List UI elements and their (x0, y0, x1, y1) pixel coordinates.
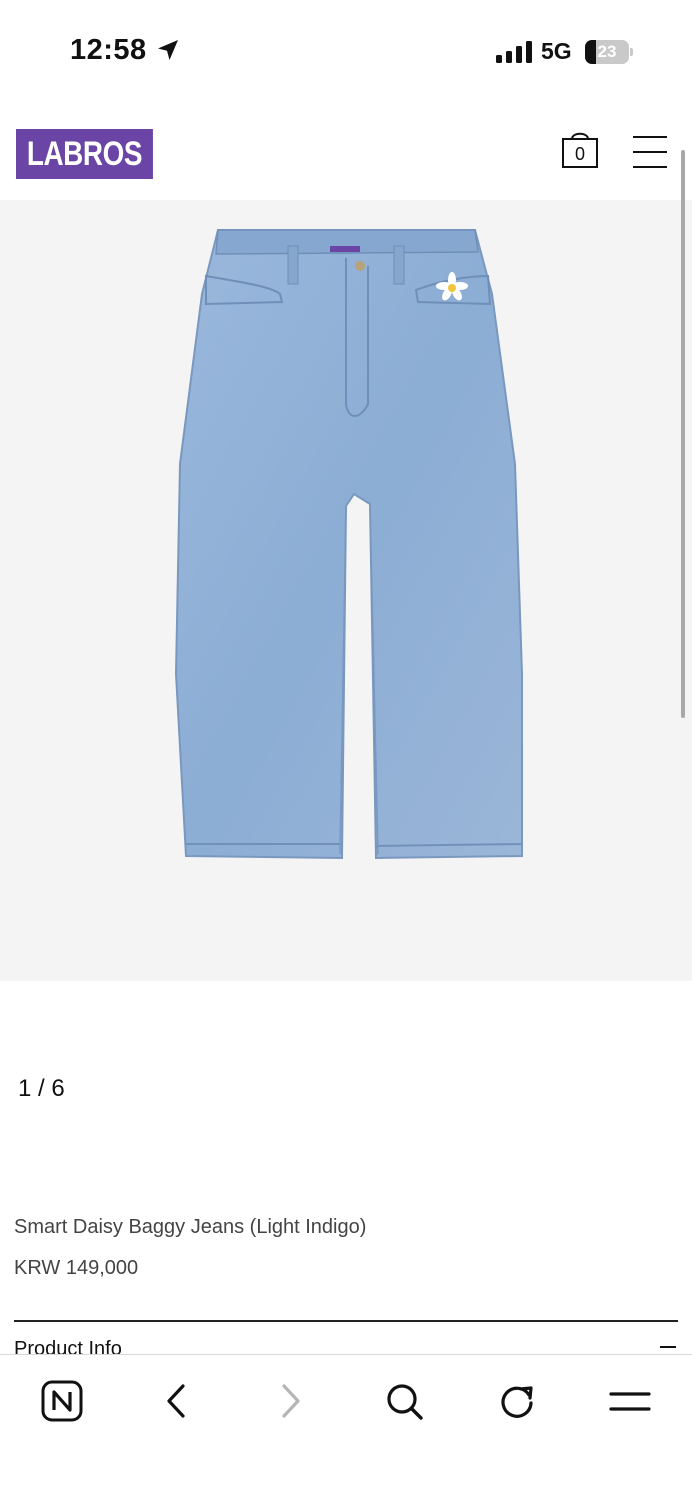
back-icon[interactable] (155, 1379, 199, 1423)
cart-button[interactable]: 0 (560, 128, 600, 172)
image-pager: 1 / 6 (18, 1075, 65, 1102)
cellular-signal-icon (496, 41, 532, 63)
page-scrollbar[interactable] (681, 150, 685, 718)
cart-count: 0 (574, 144, 585, 164)
network-type: 5G (541, 38, 572, 64)
brand-logo[interactable]: LABROS (16, 129, 153, 179)
product-price: KRW 149,000 (14, 1257, 139, 1279)
status-bar: 12:58 5G 23 (0, 0, 692, 100)
product-image-jeans (174, 229, 523, 860)
naver-home-icon[interactable] (40, 1379, 84, 1423)
location-arrow-icon (158, 40, 178, 60)
section-divider (14, 1320, 678, 1322)
search-icon[interactable] (382, 1379, 426, 1423)
reload-icon[interactable] (495, 1379, 539, 1423)
battery-icon: 23 (585, 40, 633, 64)
collapse-minus-icon[interactable] (660, 1346, 676, 1348)
product-name: Smart Daisy Baggy Jeans (Light Indigo) (14, 1216, 367, 1238)
hamburger-menu-icon[interactable] (633, 134, 667, 170)
forward-icon[interactable] (268, 1379, 312, 1423)
status-time: 12:58 (70, 34, 147, 66)
browser-toolbar (0, 1354, 692, 1500)
battery-level: 23 (597, 42, 617, 61)
menu-icon[interactable] (608, 1379, 652, 1423)
